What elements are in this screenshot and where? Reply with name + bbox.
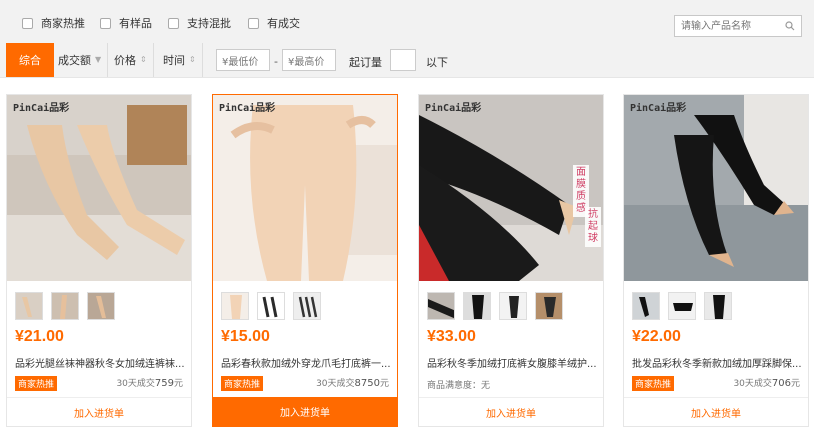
thumbnail-list [221, 292, 321, 320]
filter-sample-checkbox[interactable]: 有样品 [100, 15, 152, 31]
sort-time[interactable]: 时间 ⇕ [163, 43, 203, 77]
thumbnail[interactable] [427, 292, 455, 320]
product-title[interactable]: 品彩春秋款加绒外穿龙爪毛打底裤一... [221, 355, 391, 370]
min-price-input[interactable]: ¥最低价 [216, 49, 270, 71]
checkbox-label: 有成交 [267, 17, 300, 30]
hot-badge: 商家热推 [221, 376, 264, 391]
add-to-cart-button[interactable]: 加入进货单 [7, 397, 191, 426]
sort-price[interactable]: 价格 ⇕ [114, 43, 154, 77]
satisfaction-text: 商品满意度：无 [427, 381, 491, 391]
add-to-cart-button[interactable]: 加入进货单 [624, 397, 808, 426]
checkbox-label: 商家热推 [41, 17, 85, 30]
sales-info: 30天成交706元 [733, 376, 800, 389]
sales-label: 30天成交 [116, 379, 155, 389]
product-search [674, 15, 802, 37]
thumbnail[interactable] [51, 292, 79, 320]
thumbnail[interactable] [221, 292, 249, 320]
thumbnail[interactable] [535, 292, 563, 320]
sort-label: 成交额 [58, 54, 91, 67]
sort-label: 价格 [114, 54, 136, 67]
sales-info: 30天成交8750元 [316, 376, 389, 389]
thumbnail-list [15, 292, 115, 320]
sort-row: 综合 成交额 ▼ 价格 ⇕ 时间 ⇕ ¥最低价 - ¥最高价 起订量 以下 [0, 43, 814, 77]
thumbnail[interactable] [668, 292, 696, 320]
product-price: ¥22.00 [632, 328, 681, 345]
filter-mixed-checkbox[interactable]: 支持混批 [168, 15, 231, 31]
thumbnail[interactable] [704, 292, 732, 320]
moq-label: 起订量 [349, 56, 382, 69]
product-image[interactable]: PinCai品彩 [624, 95, 808, 281]
caret-down-icon: ▼ [95, 55, 102, 64]
product-title[interactable]: 批发品彩秋冬季新款加绒加厚踩脚保... [632, 355, 802, 370]
sales-unit: 元 [790, 379, 800, 389]
product-card[interactable]: PinCai品彩 ¥21.00 品彩光腿丝袜神器秋冬女加绒连裤袜... 商家热推… [6, 94, 192, 427]
sales-info: 30天成交759元 [116, 376, 183, 389]
product-title[interactable]: 品彩秋冬季加绒打底裤女腹膝羊绒护... [427, 355, 597, 370]
sort-arrows-icon: ⇕ [140, 55, 147, 64]
moq-input[interactable] [390, 49, 416, 71]
thumbnail[interactable] [463, 292, 491, 320]
thumbnail-list [632, 292, 732, 320]
thumbnail[interactable] [15, 292, 43, 320]
search-icon[interactable] [785, 21, 795, 31]
hot-badge: 商家热推 [15, 376, 58, 391]
filter-row: 商家热推 有样品 支持混批 有成交 [0, 0, 814, 40]
filter-hot-checkbox[interactable]: 商家热推 [22, 15, 85, 31]
add-to-cart-button[interactable]: 加入进货单 [213, 397, 397, 426]
checkbox-box[interactable] [100, 17, 111, 29]
product-card[interactable]: PinCai品彩 面膜质感 抗起球 ¥33.00 品彩秋冬季加绒打底裤女腹膝羊绒… [418, 94, 604, 427]
product-price: ¥33.00 [427, 328, 476, 345]
thumbnail[interactable] [632, 292, 660, 320]
product-price: ¥15.00 [221, 328, 270, 345]
brand-logo: PinCai品彩 [13, 103, 70, 114]
sort-overall[interactable]: 综合 [6, 43, 54, 77]
filter-deal-checkbox[interactable]: 有成交 [248, 15, 300, 31]
sort-deal-amount[interactable]: 成交额 ▼ [58, 43, 109, 77]
hot-badge: 商家热推 [632, 376, 675, 391]
sales-value: 8750 [354, 378, 380, 389]
promo-side-text-2: 抗起球 [585, 207, 601, 247]
checkbox-label: 支持混批 [187, 17, 231, 30]
checkbox-box[interactable] [22, 17, 33, 29]
product-image[interactable]: PinCai品彩 [7, 95, 191, 281]
product-image[interactable]: PinCai品彩 [213, 95, 397, 281]
price-range-dash: - [274, 55, 278, 68]
brand-logo: PinCai品彩 [219, 103, 276, 114]
product-card[interactable]: PinCai品彩 ¥22.00 批发品彩秋冬季新款加绒加厚踩脚保... 商家热推… [623, 94, 809, 427]
product-image[interactable]: PinCai品彩 面膜质感 抗起球 [419, 95, 603, 281]
thumbnail-list [427, 292, 563, 320]
sales-value: 706 [771, 378, 791, 389]
brand-logo: PinCai品彩 [630, 103, 687, 114]
max-price-input[interactable]: ¥最高价 [282, 49, 336, 71]
checkbox-box[interactable] [248, 17, 259, 29]
moq-suffix: 以下 [426, 56, 448, 69]
filter-bar: 商家热推 有样品 支持混批 有成交 综合 成交额 ▼ 价格 ⇕ 时间 ⇕ ¥最低价 -… [0, 0, 814, 78]
sort-arrows-icon: ⇕ [189, 55, 196, 64]
thumbnail[interactable] [293, 292, 321, 320]
product-price: ¥21.00 [15, 328, 64, 345]
search-input[interactable] [675, 16, 783, 36]
product-title[interactable]: 品彩光腿丝袜神器秋冬女加绒连裤袜... [15, 355, 185, 370]
sales-value: 759 [154, 378, 174, 389]
brand-logo: PinCai品彩 [425, 103, 482, 114]
sort-label: 时间 [163, 54, 185, 67]
product-card[interactable]: PinCai品彩 ¥15.00 品彩春秋款加绒外穿龙爪毛打底裤一... 商家热推… [212, 94, 398, 427]
checkbox-box[interactable] [168, 17, 179, 29]
sales-unit: 元 [173, 379, 183, 389]
sales-label: 30天成交 [733, 379, 772, 389]
checkbox-label: 有样品 [119, 17, 152, 30]
thumbnail[interactable] [257, 292, 285, 320]
thumbnail[interactable] [499, 292, 527, 320]
sales-label: 30天成交 [316, 379, 355, 389]
add-to-cart-button[interactable]: 加入进货单 [419, 397, 603, 426]
sales-unit: 元 [379, 379, 389, 389]
thumbnail[interactable] [87, 292, 115, 320]
